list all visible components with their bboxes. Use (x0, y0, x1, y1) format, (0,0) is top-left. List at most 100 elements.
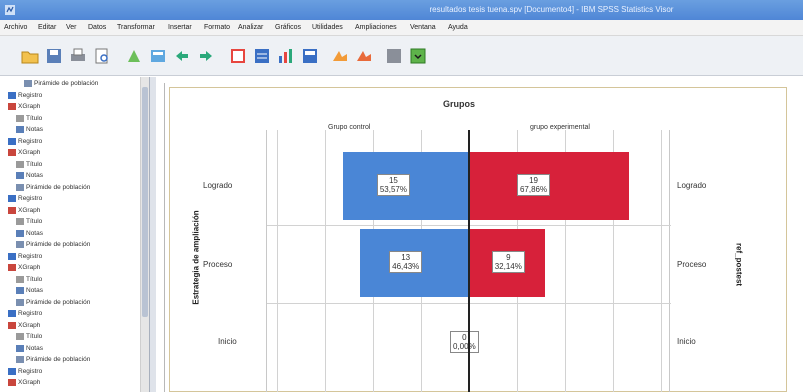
outline-item-label: Pirámide de población (26, 183, 91, 191)
print-icon[interactable] (68, 46, 88, 66)
undo-icon[interactable] (172, 46, 192, 66)
outline-item[interactable]: Notas (16, 344, 43, 353)
category-label-right-proceso: Proceso (677, 260, 707, 269)
menu-transformar[interactable]: Transformar (117, 24, 155, 31)
outline-item[interactable]: Registro (8, 194, 42, 203)
outline-item[interactable]: XGraph (8, 378, 40, 387)
outline-item-label: Título (26, 160, 43, 168)
outline-item[interactable]: XGraph (8, 321, 40, 330)
redo-icon[interactable] (196, 46, 216, 66)
menu-ayuda[interactable]: Ayuda (448, 24, 468, 31)
outline-item[interactable]: Registro (8, 91, 42, 100)
variables-icon[interactable] (276, 46, 296, 66)
outline-item[interactable]: Notas (16, 229, 43, 238)
outline-item[interactable]: Título (16, 332, 42, 341)
designated-window-icon[interactable] (300, 46, 320, 66)
outline-pane[interactable]: Pirámide de población Registro XGraph Títul… (0, 77, 150, 392)
outline-item[interactable]: Notas (16, 125, 43, 134)
outline-scrollbar-thumb[interactable] (142, 87, 148, 317)
data-label-center-inicio: 0 0,00% (450, 331, 479, 353)
data-label-control-proceso: 13 46,43% (389, 251, 423, 273)
notes-icon (16, 126, 24, 133)
outline-item-label: Título (26, 114, 43, 122)
outline-item[interactable]: Registro (8, 309, 42, 318)
category-label-right-inicio: Inicio (677, 337, 696, 346)
promote-icon[interactable] (354, 46, 374, 66)
outline-item[interactable]: Título (16, 275, 42, 284)
print-preview-icon[interactable] (92, 46, 112, 66)
title-icon (16, 275, 24, 283)
outline-item-label: Pirámide de población (26, 241, 91, 248)
output-content-pane[interactable]: Grupos Grupo control grupo experimental … (156, 77, 803, 392)
graph-icon (16, 298, 24, 306)
outline-item[interactable]: XGraph (8, 102, 40, 111)
outline-item-label: XGraph (18, 206, 41, 214)
notes-icon (16, 287, 24, 294)
save-icon[interactable] (44, 46, 64, 66)
outline-item-label: XGraph (18, 379, 41, 386)
recall-dialog-icon[interactable] (148, 46, 168, 66)
outline-item[interactable]: XGraph (8, 148, 40, 157)
outline-item[interactable]: Pirámide de población (16, 298, 90, 307)
chart-title: Grupos (443, 99, 476, 109)
xgraph-icon (8, 264, 16, 271)
outline-item-label: XGraph (18, 264, 41, 271)
menu-editar[interactable]: Editar (38, 24, 56, 31)
menu-insertar[interactable]: Insertar (168, 24, 192, 31)
window-title: resultados tesis tuena.spv [Documento4] … (429, 5, 674, 14)
goto-data-icon[interactable] (228, 46, 248, 66)
percent-label: 32,14% (494, 262, 522, 271)
outline-item[interactable]: Pirámide de población (24, 79, 98, 88)
outline-item-label: Registro (18, 195, 43, 202)
data-label-control-logrado: 15 53,57% (376, 174, 410, 196)
menu-analizar[interactable]: Analizar (238, 24, 263, 31)
outline-item[interactable]: Título (16, 114, 42, 123)
log-icon (8, 367, 16, 375)
show-all-icon[interactable] (384, 46, 404, 66)
menu-ampliaciones[interactable]: Ampliaciones (355, 24, 397, 31)
menu-ver[interactable]: Ver (66, 24, 77, 31)
menu-ventana[interactable]: Ventana (410, 24, 436, 31)
outline-item[interactable]: Pirámide de población (16, 183, 90, 192)
category-label-right-logrado: Logrado (677, 181, 707, 190)
menu-datos[interactable]: Datos (88, 24, 106, 31)
outline-item-label: Título (26, 218, 43, 225)
xgraph-icon (8, 206, 16, 214)
outline-item[interactable]: Notas (16, 286, 43, 295)
outline-item[interactable]: Registro (8, 252, 42, 261)
outline-item[interactable]: Pirámide de población (16, 355, 90, 364)
outline-item[interactable]: Registro (8, 367, 42, 376)
outline-item-label: Pirámide de población (26, 356, 91, 363)
outline-item[interactable]: Pirámide de población (16, 240, 90, 249)
menu-formato[interactable]: Formato (204, 24, 230, 31)
outline-item-label: XGraph (18, 149, 41, 156)
outline-item-label: Registro (18, 91, 43, 99)
graph-icon (24, 80, 32, 87)
outline-scrollbar[interactable] (140, 77, 149, 392)
outline-item[interactable]: Notas (16, 171, 43, 180)
y-axis-label: Estrategia de ampliación (191, 210, 201, 305)
title-icon (16, 160, 24, 168)
goto-case-icon[interactable] (252, 46, 272, 66)
gridline-vertical (661, 130, 662, 392)
open-folder-icon[interactable] (20, 46, 40, 66)
export-icon[interactable] (124, 46, 144, 66)
outline-item[interactable]: XGraph (8, 206, 40, 215)
count-label: 0 (462, 333, 467, 342)
log-icon (8, 310, 16, 317)
xgraph-icon (8, 149, 16, 156)
menu-archivo[interactable]: Archivo (4, 24, 27, 31)
outline-item[interactable]: XGraph (8, 263, 40, 272)
gridline-vertical (277, 130, 278, 392)
menu-utilidades[interactable]: Utilidades (312, 24, 343, 31)
outline-item[interactable]: Título (16, 160, 42, 169)
xgraph-icon (8, 379, 16, 386)
log-icon (8, 252, 16, 260)
insert-output-icon[interactable] (330, 46, 350, 66)
outline-item[interactable]: Registro (8, 137, 42, 146)
menu-graficos[interactable]: Gráficos (275, 24, 301, 31)
outline-item[interactable]: Título (16, 217, 42, 226)
hide-icon[interactable] (408, 46, 428, 66)
outline-item-label: Título (26, 275, 43, 283)
category-label-left-inicio: Inicio (218, 337, 237, 346)
